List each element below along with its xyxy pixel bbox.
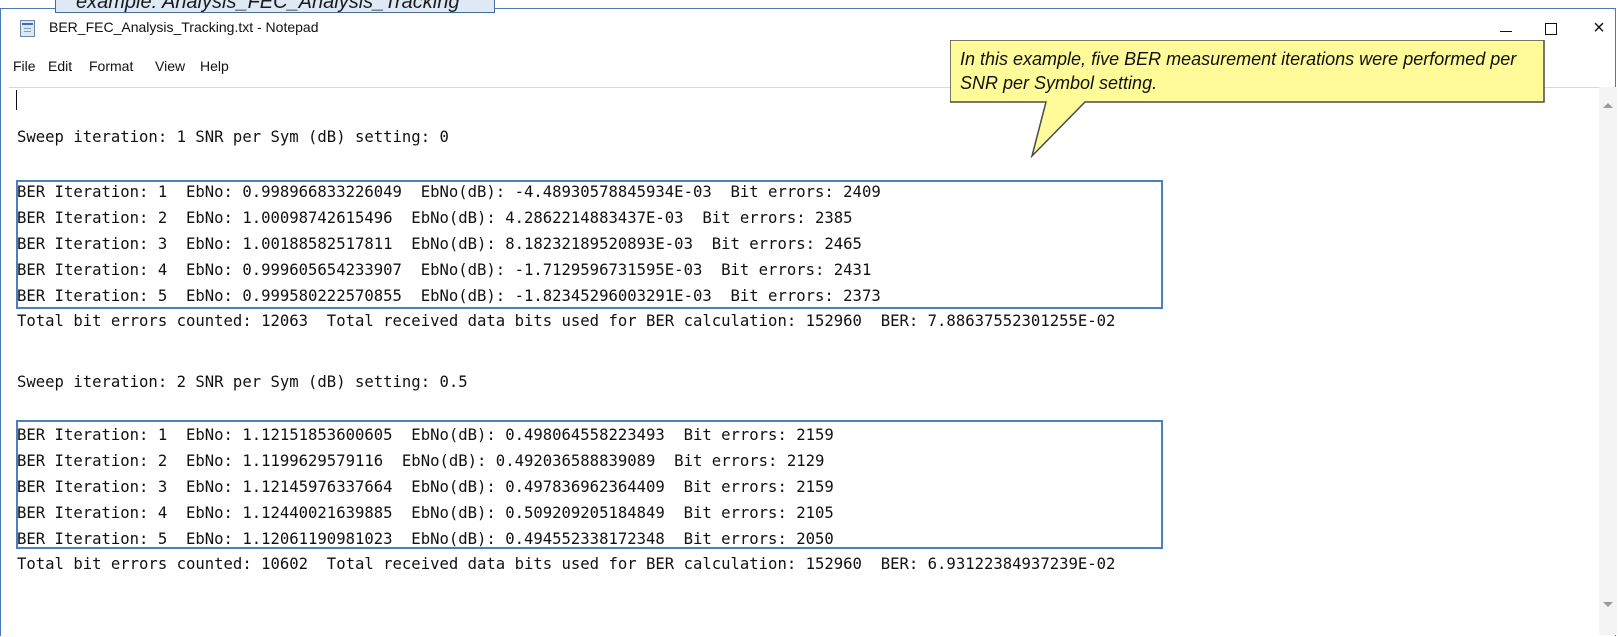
minimize-button[interactable] xyxy=(1491,19,1521,41)
editor-line: BER Iteration: 3 EbNo: 1.12145976337664 … xyxy=(17,478,834,496)
editor-line: BER Iteration: 4 EbNo: 1.12440021639885 … xyxy=(17,504,834,522)
close-button[interactable]: × xyxy=(1584,17,1614,41)
menu-format[interactable]: Format xyxy=(89,58,133,74)
text-caret xyxy=(16,90,17,110)
callout-text: In this example, five BER measurement it… xyxy=(960,49,1517,93)
editor-line: Sweep iteration: 2 SNR per Sym (dB) sett… xyxy=(17,373,468,391)
maximize-button[interactable] xyxy=(1536,19,1566,41)
minimize-icon xyxy=(1500,31,1512,32)
vertical-scrollbar[interactable] xyxy=(1599,87,1617,635)
menu-file[interactable]: File xyxy=(13,58,36,74)
editor-line: BER Iteration: 5 EbNo: 1.12061190981023 … xyxy=(17,530,834,548)
editor-line: BER Iteration: 3 EbNo: 1.00188582517811 … xyxy=(17,235,862,253)
notepad-app-icon xyxy=(20,20,35,37)
editor-line: BER Iteration: 1 EbNo: 0.998966833226049… xyxy=(17,183,881,201)
editor-line: BER Iteration: 2 EbNo: 1.1199629579116 E… xyxy=(17,452,825,470)
editor-line: Total bit errors counted: 10602 Total re… xyxy=(17,555,1116,573)
editor-line: BER Iteration: 4 EbNo: 0.999605654233907… xyxy=(17,261,872,279)
editor-line: BER Iteration: 5 EbNo: 0.999580222570855… xyxy=(17,287,881,305)
editor-line: BER Iteration: 1 EbNo: 1.12151853600605 … xyxy=(17,426,834,444)
window-title: BER_FEC_Analysis_Tracking.txt - Notepad xyxy=(49,19,319,35)
menu-view[interactable]: View xyxy=(155,58,185,74)
close-icon: × xyxy=(1593,17,1605,39)
editor-line: BER Iteration: 2 EbNo: 1.00098742615496 … xyxy=(17,209,853,227)
editor-line: Total bit errors counted: 12063 Total re… xyxy=(17,312,1116,330)
menu-help[interactable]: Help xyxy=(200,58,229,74)
scroll-down-icon[interactable] xyxy=(1603,602,1613,607)
menu-edit[interactable]: Edit xyxy=(48,58,72,74)
editor-line: Sweep iteration: 1 SNR per Sym (dB) sett… xyxy=(17,128,449,146)
file-caption-label: example: Analysis_FEC_Analysis_Tracking xyxy=(55,0,495,13)
scroll-up-icon[interactable] xyxy=(1603,103,1613,108)
annotation-callout: In this example, five BER measurement it… xyxy=(950,40,1550,170)
maximize-icon xyxy=(1545,23,1557,35)
